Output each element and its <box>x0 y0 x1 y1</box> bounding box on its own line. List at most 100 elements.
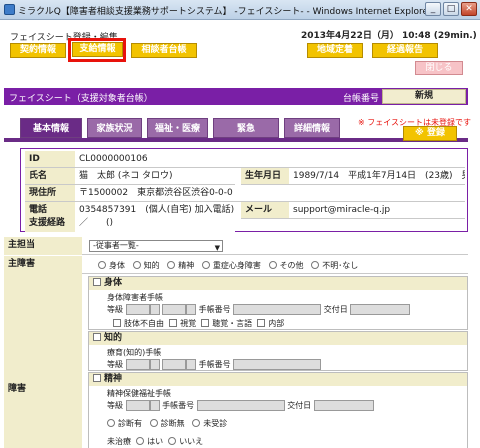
shintai-check[interactable]: 肢体不自由 <box>113 319 164 328</box>
chiteki-techo-label: 療育(知的)手帳 <box>107 348 162 357</box>
shintai-grade2-input[interactable] <box>162 304 187 315</box>
mail-label: メール <box>241 202 289 219</box>
seishin-date-input[interactable] <box>313 400 374 411</box>
shugai-option-label: 知的 <box>143 261 160 270</box>
keika-button[interactable]: 経過報告 <box>372 43 438 58</box>
chiteki-grade2-input[interactable] <box>162 359 187 370</box>
chiteki-grade-select[interactable] <box>149 359 160 370</box>
shugai-option-label: 精神 <box>178 261 195 270</box>
shintai-check-label: 聴覚・言語 <box>212 319 253 328</box>
shintai-check[interactable]: 内部 <box>257 319 284 328</box>
seishin-panel: 精神 精神保健福祉手帳 等級 手帳番号 交付日 診断有 診断無 未受診 未治療 … <box>88 372 468 448</box>
shugai-option[interactable]: 身体 <box>98 261 125 270</box>
tab-kihon[interactable]: 基本情報 <box>20 118 82 138</box>
chiteki-header[interactable]: 知的 <box>89 332 467 345</box>
maximize-button[interactable]: □ <box>443 2 459 16</box>
highlight-box <box>68 38 126 62</box>
checkbox-icon <box>201 319 210 327</box>
radio-icon <box>201 261 210 269</box>
chiteki-title: 知的 <box>104 333 123 343</box>
mitiryo-label: いいえ <box>179 437 204 446</box>
mitiryo-option[interactable]: いいえ <box>168 437 203 446</box>
shugai-option[interactable]: 精神 <box>167 261 194 270</box>
shintai-check[interactable]: 聴覚・言語 <box>201 319 252 328</box>
close-page-button[interactable]: 閉じる <box>415 61 463 75</box>
tab-underline <box>4 138 468 142</box>
shintai-title: 身体 <box>104 278 123 288</box>
checkbox-icon <box>257 319 266 327</box>
seishin-diag-option[interactable]: 未受診 <box>192 419 227 428</box>
address-value: 〒1500002 東京都渋谷区渋谷0-0-0 <box>75 185 465 202</box>
birth-value: 1989/7/14 平成1年7月14日 (23歳) 男性 <box>289 168 465 185</box>
chiteki-panel: 知的 療育(知的)手帳 等級 手帳番号 <box>88 331 468 371</box>
shintai-grade-input[interactable] <box>125 304 150 315</box>
checkbox-icon <box>93 333 101 341</box>
shintai-tokyu-label: 等級 <box>107 305 123 314</box>
seishin-number-input[interactable] <box>196 400 285 411</box>
seishin-mitiryo-row: 未治療 はい いいえ <box>107 436 203 447</box>
seishin-kofu-label: 交付日 <box>287 401 312 410</box>
keiyaku-button[interactable]: 契約情報 <box>10 43 66 58</box>
checkbox-icon <box>93 374 101 382</box>
shintai-grade-select[interactable] <box>149 304 160 315</box>
seishin-diag-label: 診断有 <box>118 419 142 428</box>
register-button[interactable]: ※ 登録 <box>403 126 457 141</box>
soudansha-button[interactable]: 相談者台帳 <box>131 43 197 58</box>
checkbox-icon <box>113 319 121 327</box>
shugai-option[interactable]: その他 <box>268 261 304 270</box>
shugai-option[interactable]: 重症心身障害 <box>201 261 261 270</box>
seishin-tokyu-label: 等級 <box>107 401 123 410</box>
sheet-title: フェイスシート（支援対象者台帳） <box>9 94 153 104</box>
shugai-row: 主障害 身体 知的 精神 重症心身障害 その他 不明･なし <box>4 256 468 274</box>
shintai-number-input[interactable] <box>233 304 322 315</box>
shintai-grade-row: 等級 手帳番号 交付日 <box>107 304 411 315</box>
radio-icon <box>149 419 158 427</box>
seishin-diag-row: 診断有 診断無 未受診 <box>107 418 227 429</box>
tab-fukushi[interactable]: 福祉・医療 <box>147 118 208 138</box>
seishin-grade-select[interactable] <box>149 400 160 411</box>
shintai-check[interactable]: 視覚 <box>169 319 196 328</box>
shugai-option[interactable]: 不明･なし <box>311 261 358 270</box>
checkbox-icon <box>93 278 101 286</box>
tantou-row: 主担当 -従事者一覧- ▼ <box>4 237 468 255</box>
birth-label: 生年月日 <box>241 168 289 185</box>
shugai-option-label: 不明･なし <box>322 261 359 270</box>
seishin-diag-option[interactable]: 診断有 <box>107 419 142 428</box>
seishin-diag-label: 診断無 <box>160 419 185 428</box>
seishin-bango-label: 手帳番号 <box>162 401 195 410</box>
tantou-select[interactable]: -従事者一覧- ▼ <box>89 240 223 252</box>
shintai-date-input[interactable] <box>350 304 411 315</box>
radio-icon <box>132 261 141 269</box>
chiiki-button[interactable]: 地域定着 <box>307 43 363 58</box>
tantou-label: 主担当 <box>4 237 82 255</box>
tab-kazoku[interactable]: 家族状況 <box>87 118 142 138</box>
shintai-grade2-select[interactable] <box>186 304 197 315</box>
chiteki-grade-input[interactable] <box>125 359 150 370</box>
chiteki-grade2-select[interactable] <box>186 359 197 370</box>
datetime-display: 2013年4月22日（月） 10:48 (29min.) <box>301 31 477 41</box>
radio-icon <box>107 419 115 427</box>
seishin-techo-label: 精神保健福祉手帳 <box>107 389 171 398</box>
close-window-button[interactable]: ✕ <box>461 2 477 16</box>
shugai-option-label: 重症心身障害 <box>212 261 261 270</box>
seishin-diag-option[interactable]: 診断無 <box>149 419 185 428</box>
chiteki-tokyu-label: 等級 <box>107 360 123 369</box>
seishin-grade-input[interactable] <box>125 400 150 411</box>
tab-kinkyu[interactable]: 緊急 <box>213 118 279 138</box>
tantou-select-value: -従事者一覧- <box>93 241 139 250</box>
minimize-button[interactable]: _ <box>425 2 441 16</box>
register-label: 登録 <box>426 128 445 138</box>
address-label: 現住所 <box>25 185 75 202</box>
tab-shousai[interactable]: 詳細情報 <box>284 118 340 138</box>
mail-value: support@miracle-q.jp <box>289 202 465 219</box>
shugai-option[interactable]: 知的 <box>132 261 160 270</box>
seishin-diag-label: 未受診 <box>203 419 228 428</box>
seishin-header[interactable]: 精神 <box>89 373 467 386</box>
chiteki-number-input[interactable] <box>233 359 322 370</box>
shogai-label: 障害 <box>8 384 27 394</box>
daichou-label: 台帳番号 <box>343 94 380 104</box>
shugai-options: 身体 知的 精神 重症心身障害 その他 不明･なし <box>98 260 358 271</box>
warning-icon: ※ <box>415 128 427 138</box>
mitiryo-option[interactable]: はい <box>136 437 163 446</box>
shintai-header[interactable]: 身体 <box>89 277 467 290</box>
